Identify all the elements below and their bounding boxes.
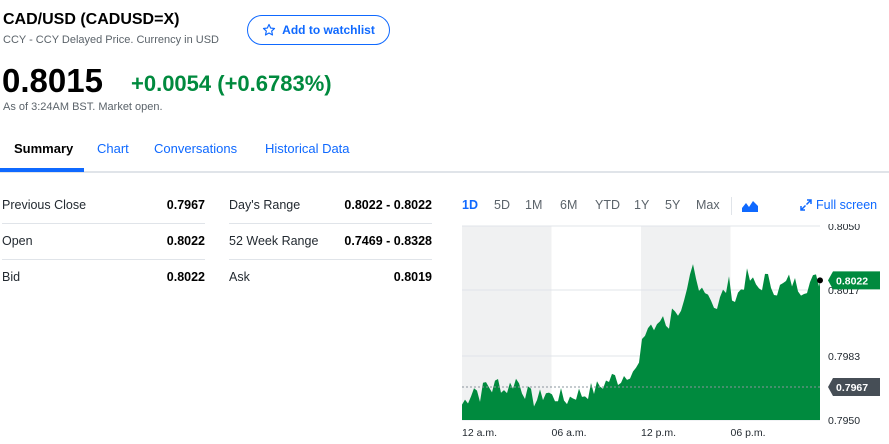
- stats-column-right: Day's Range 0.8022 - 0.8022 52 Week Rang…: [229, 188, 432, 296]
- range-max[interactable]: Max: [696, 198, 720, 212]
- stat-row: 52 Week Range 0.7469 - 0.8328: [229, 224, 432, 260]
- stat-value: 0.7469 - 0.8328: [344, 234, 432, 248]
- y-axis: 0.80500.80170.79830.7950: [828, 224, 860, 427]
- tab-historical-data[interactable]: Historical Data: [265, 141, 350, 156]
- price-chart[interactable]: 0.80500.80170.79830.7950 12 a.m. 06 a.m. 1…: [462, 224, 889, 442]
- y-tick-label: 0.7950: [828, 415, 860, 427]
- x-tick-label: 12 p.m.: [641, 427, 676, 439]
- full-screen-button[interactable]: Full screen: [800, 198, 877, 212]
- stat-label: Day's Range: [229, 198, 301, 212]
- range-1d[interactable]: 1D: [462, 198, 478, 212]
- add-to-watchlist-button[interactable]: Add to watchlist: [247, 15, 390, 45]
- range-ytd[interactable]: YTD: [595, 198, 620, 212]
- tab-conversations[interactable]: Conversations: [154, 141, 237, 156]
- stat-label: Open: [2, 234, 33, 248]
- quote-subtitle: CCY - CCY Delayed Price. Currency in USD: [3, 34, 219, 46]
- current-price-dot: [817, 277, 823, 284]
- stat-value: 0.8019: [393, 270, 432, 284]
- star-icon: [263, 23, 276, 36]
- x-axis: 12 a.m. 06 a.m. 12 p.m. 06 p.m.: [462, 427, 766, 439]
- stat-row: Open 0.8022: [2, 224, 205, 260]
- quote-title: CAD/USD (CADUSD=X): [3, 11, 180, 28]
- range-6m[interactable]: 6M: [560, 198, 577, 212]
- y-tick-label: 0.7983: [828, 351, 860, 363]
- range-1m[interactable]: 1M: [525, 198, 542, 212]
- stat-value: 0.8022: [166, 234, 205, 248]
- stat-row: Bid 0.8022: [2, 260, 205, 296]
- range-separator: [731, 197, 732, 215]
- x-tick-label: 06 a.m.: [552, 427, 587, 439]
- full-screen-label: Full screen: [816, 198, 878, 212]
- mountain-chart-icon[interactable]: [741, 199, 759, 213]
- tab-chart[interactable]: Chart: [97, 141, 129, 156]
- current-price: 0.8015: [2, 62, 103, 99]
- expand-icon: [800, 199, 812, 211]
- y-tick-label: 0.8050: [828, 224, 860, 233]
- current-price-tag-text: 0.8022: [836, 275, 868, 287]
- stat-label: 52 Week Range: [229, 234, 319, 248]
- active-tab-indicator: [0, 168, 84, 172]
- market-status: As of 3:24AM BST. Market open.: [3, 101, 163, 113]
- stat-row: Ask 0.8019: [229, 260, 432, 296]
- range-5d[interactable]: 5D: [494, 198, 510, 212]
- watchlist-label: Add to watchlist: [282, 23, 375, 37]
- stat-row: Day's Range 0.8022 - 0.8022: [229, 188, 432, 224]
- x-tick-label: 12 a.m.: [462, 427, 497, 439]
- price-change: +0.0054 (+0.6783%): [131, 71, 332, 96]
- stat-label: Ask: [229, 270, 250, 284]
- stat-label: Previous Close: [2, 198, 87, 212]
- stat-row: Previous Close 0.7967: [2, 188, 205, 224]
- stat-value: 0.7967: [166, 198, 205, 212]
- quote-tabs: Summary Chart Conversations Historical D…: [0, 133, 889, 173]
- x-tick-label: 06 p.m.: [731, 427, 766, 439]
- previous-close-tag-text: 0.7967: [836, 382, 868, 394]
- stats-column-left: Previous Close 0.7967 Open 0.8022 Bid 0.…: [2, 188, 205, 296]
- stat-label: Bid: [2, 270, 21, 284]
- stat-value: 0.8022: [166, 270, 205, 284]
- range-5y[interactable]: 5Y: [665, 198, 680, 212]
- tab-summary[interactable]: Summary: [14, 141, 73, 156]
- range-1y[interactable]: 1Y: [634, 198, 649, 212]
- stat-value: 0.8022 - 0.8022: [344, 198, 432, 212]
